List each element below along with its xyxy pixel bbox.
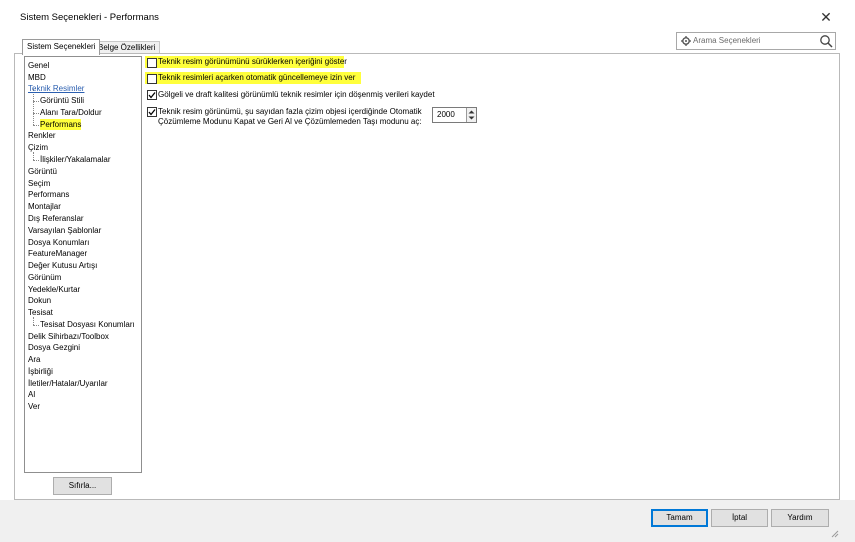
tree-item-area-hatch-fill[interactable]: Alanı Tara/Doldur xyxy=(40,107,102,118)
tree-item-relations-snaps[interactable]: İlişkiler/Yakalamalar xyxy=(40,154,111,165)
tree-item-technical-drawings[interactable]: Teknik Resimler xyxy=(28,83,84,94)
tree-item-routing-file-locations[interactable]: Tesisat Dosyası Konumları xyxy=(40,319,135,330)
tree-item-external-references[interactable]: Dış Referanslar xyxy=(28,213,84,224)
options-tree[interactable]: Genel MBD Teknik Resimler Görüntü Stili … xyxy=(24,56,142,473)
option-label-auto-resolve-line2: Çözümleme Modunu Kapat ve Geri Al ve Çöz… xyxy=(158,117,422,126)
tree-item-file-explorer[interactable]: Dosya Gezgini xyxy=(28,342,80,353)
checkmark-icon xyxy=(148,109,156,116)
tree-item-performance-selected[interactable]: Performans xyxy=(40,119,82,130)
tree-item-hole-wizard-toolbox[interactable]: Delik Sihirbazı/Toolbox xyxy=(28,331,109,342)
tree-item-performance[interactable]: Performans xyxy=(28,189,69,200)
tree-item-selection[interactable]: Seçim xyxy=(28,178,50,189)
tree-item-featuremanager[interactable]: FeatureManager xyxy=(28,248,87,259)
option-checkbox-save-tessellated-data[interactable] xyxy=(147,90,157,100)
tree-item-sketch[interactable]: Çizim xyxy=(28,142,48,153)
tree-item-export[interactable]: Ver xyxy=(28,401,40,412)
option-label-auto-resolve-line1: Teknik resim görünümü, şu sayıdan fazla … xyxy=(158,107,422,116)
tree-item-colors[interactable]: Renkler xyxy=(28,130,56,141)
reset-button[interactable]: Sıfırla... xyxy=(53,477,112,495)
tree-item-assemblies[interactable]: Montajlar xyxy=(28,201,61,212)
tree-item-display[interactable]: Görüntü xyxy=(28,166,57,177)
tree-connector xyxy=(33,125,39,126)
tab-system-options[interactable]: Sistem Seçenekleri xyxy=(22,39,101,55)
tree-connector xyxy=(33,160,39,161)
tree-connector xyxy=(33,113,39,114)
quantity-stepper[interactable] xyxy=(466,108,476,122)
chevron-up-icon xyxy=(468,110,475,114)
tree-item-search[interactable]: Ara xyxy=(28,354,40,365)
tree-item-collaboration[interactable]: İşbirliği xyxy=(28,366,53,377)
tree-item-import[interactable]: Al xyxy=(28,389,35,400)
search-placeholder: Arama Seçenekleri xyxy=(693,36,761,45)
tree-item-genel[interactable]: Genel xyxy=(28,60,49,71)
option-checkbox-auto-resolve-threshold[interactable] xyxy=(147,107,157,117)
option-label-show-contents-while-dragging: Teknik resim görünümünü sürüklerken içer… xyxy=(158,57,347,66)
tree-connector xyxy=(33,317,34,325)
option-label-allow-auto-update: Teknik resimleri açarken otomatik güncel… xyxy=(158,73,356,82)
tree-item-file-locations[interactable]: Dosya Konumları xyxy=(28,237,89,248)
chevron-down-icon xyxy=(468,116,475,120)
tree-item-default-templates[interactable]: Varsayılan Şablonlar xyxy=(28,225,101,236)
checkmark-icon xyxy=(148,92,156,99)
tree-connector xyxy=(33,325,39,326)
help-button[interactable]: Yardım xyxy=(771,509,829,527)
close-icon[interactable]: ✕ xyxy=(817,8,835,26)
ok-button[interactable]: Tamam xyxy=(651,509,708,527)
tree-item-backup-recover[interactable]: Yedekle/Kurtar xyxy=(28,284,80,295)
search-icon[interactable] xyxy=(819,34,833,48)
option-checkbox-allow-auto-update[interactable] xyxy=(147,74,157,84)
tree-connector xyxy=(33,101,39,102)
option-label-save-tessellated-data: Gölgeli ve draft kalitesi görünümlü tekn… xyxy=(158,90,435,99)
tree-connector xyxy=(33,152,34,160)
search-input[interactable]: Arama Seçenekleri xyxy=(676,32,836,50)
tree-connector xyxy=(33,89,34,125)
resize-grip-icon[interactable] xyxy=(829,528,839,538)
cancel-button[interactable]: İptal xyxy=(711,509,768,527)
gear-icon xyxy=(681,36,691,46)
tree-item-routing[interactable]: Tesisat xyxy=(28,307,53,318)
tree-item-messages-errors-warnings[interactable]: İletiler/Hatalar/Uyarılar xyxy=(28,378,108,389)
tree-item-view[interactable]: Görünüm xyxy=(28,272,61,283)
option-checkbox-show-contents-while-dragging[interactable] xyxy=(147,58,157,68)
tree-item-mbd[interactable]: MBD xyxy=(28,72,46,83)
window-title: Sistem Seçenekleri - Performans xyxy=(20,12,159,23)
tree-item-touch[interactable]: Dokun xyxy=(28,295,51,306)
drawing-object-count-input[interactable]: 2000 xyxy=(432,107,477,123)
tree-item-display-style[interactable]: Görüntü Stili xyxy=(40,95,84,106)
tree-item-spin-box-increments[interactable]: Değer Kutusu Artışı xyxy=(28,260,97,271)
drawing-object-count-value: 2000 xyxy=(437,110,455,119)
